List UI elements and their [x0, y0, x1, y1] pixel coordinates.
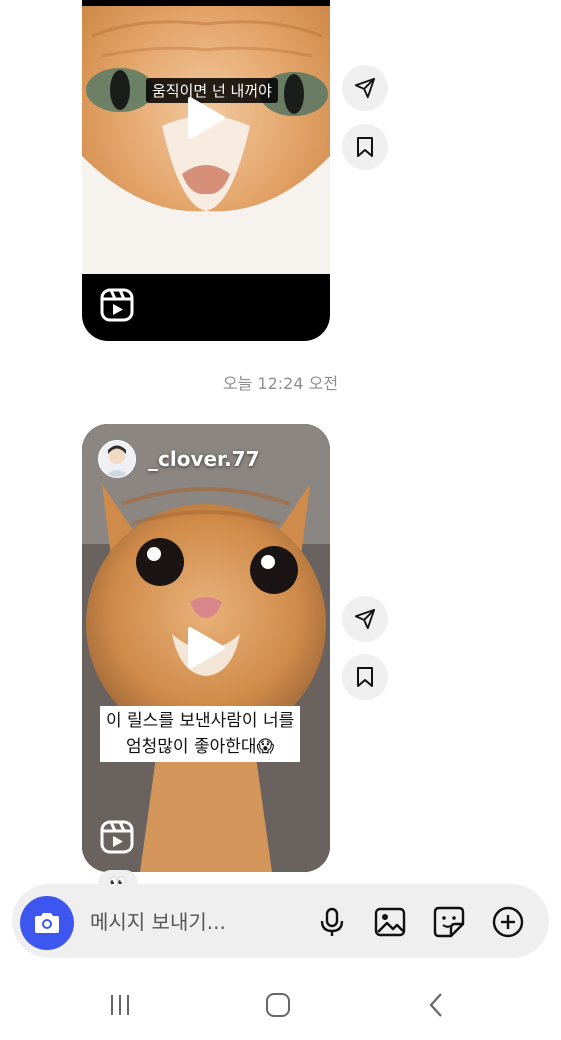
save-button[interactable] [342, 654, 388, 700]
message-composer [12, 884, 549, 958]
share-button[interactable] [342, 65, 388, 111]
dm-thread: 움직이면 넌 내꺼야 오늘 12:24 오전 _clover.77 이 릴스를 … [0, 0, 561, 1040]
author-username: _clover.77 [148, 447, 260, 471]
home-icon[interactable] [258, 990, 298, 1020]
recent-apps-icon[interactable] [100, 990, 140, 1020]
sticker-icon[interactable] [431, 904, 467, 940]
back-icon[interactable] [416, 990, 456, 1020]
camera-icon [35, 913, 59, 933]
message-timestamp: 오늘 12:24 오전 [222, 374, 339, 393]
reels-icon [100, 820, 134, 854]
avatar [98, 440, 136, 478]
message-input[interactable] [90, 908, 310, 936]
share-icon [354, 608, 376, 630]
reels-icon [100, 288, 134, 322]
play-icon[interactable] [186, 626, 226, 670]
camera-button[interactable] [20, 896, 74, 950]
gallery-icon[interactable] [372, 904, 408, 940]
reel-message-2[interactable]: _clover.77 이 릴스를 보낸사람이 너를 엄청많이 좋아한대😱 [82, 424, 330, 872]
save-icon [357, 667, 373, 687]
system-navigation-bar [0, 968, 561, 1040]
save-icon [357, 137, 373, 157]
reel-message-1[interactable]: 움직이면 넌 내꺼야 [82, 0, 330, 341]
caption-line-1: 이 릴스를 보낸사람이 너를 [106, 711, 295, 731]
play-icon[interactable] [186, 96, 226, 140]
share-button[interactable] [342, 596, 388, 642]
save-button[interactable] [342, 124, 388, 170]
share-icon [354, 77, 376, 99]
caption-line-2: 엄청많이 좋아한대😱 [126, 737, 275, 757]
reel-caption: 이 릴스를 보낸사람이 너를 엄청많이 좋아한대😱 [100, 706, 301, 762]
microphone-icon[interactable] [314, 904, 350, 940]
plus-circle-icon[interactable] [490, 904, 526, 940]
reel-author[interactable]: _clover.77 [98, 440, 260, 478]
